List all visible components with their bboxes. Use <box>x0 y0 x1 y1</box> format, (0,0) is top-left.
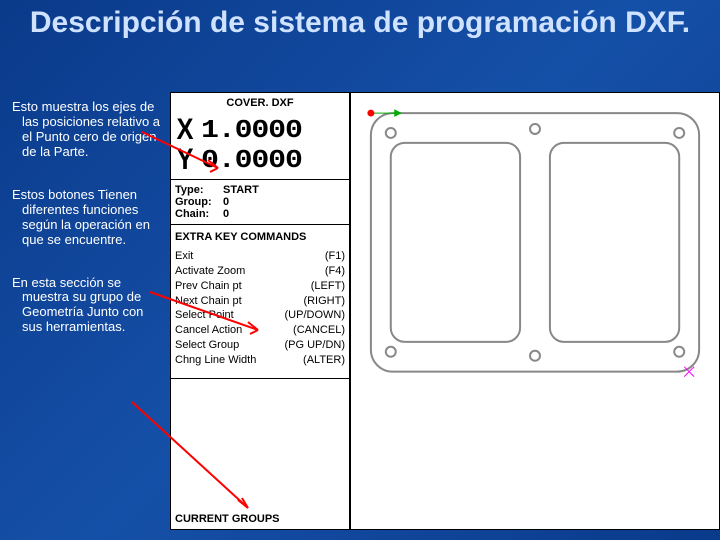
info-group: Group: 0 <box>175 196 345 208</box>
sidebar-para-axes: Esto muestra los ejes de las posiciones … <box>4 100 164 160</box>
divider <box>171 378 349 379</box>
cmd-exit[interactable]: Exit(F1) <box>175 249 345 264</box>
divider <box>171 179 349 180</box>
axis-x-label: X <box>177 115 194 145</box>
cmd-prev-chain[interactable]: Prev Chain pt(LEFT) <box>175 279 345 294</box>
axis-y-row: Y 0.0000 <box>175 145 345 175</box>
axis-x-row: X 1.0000 <box>175 115 345 145</box>
type-label: Type: <box>175 184 223 196</box>
part-drawing <box>351 93 719 529</box>
divider <box>171 224 349 225</box>
cmd-select-group[interactable]: Select Group(PG UP/DN) <box>175 338 345 353</box>
axis-y-value: 0.0000 <box>201 145 302 175</box>
sidebar-para-buttons: Estos botones Tienen diferentes funcione… <box>4 188 164 248</box>
info-type: Type: START <box>175 184 345 196</box>
drawing-canvas[interactable] <box>350 92 720 530</box>
type-value: START <box>223 184 259 196</box>
cmd-line-width[interactable]: Chng Line Width(ALTER) <box>175 353 345 368</box>
cmd-zoom[interactable]: Activate Zoom(F4) <box>175 264 345 279</box>
sidebar-para-groups: En esta sección se muestra su grupo de G… <box>4 276 164 336</box>
current-groups-label: CURRENT GROUPS <box>175 513 280 525</box>
extra-key-commands-header: EXTRA KEY COMMANDS <box>175 231 345 243</box>
chain-label: Chain: <box>175 208 223 220</box>
info-panel: COVER. DXF X 1.0000 Y 0.0000 Type: START… <box>170 92 350 530</box>
group-value: 0 <box>223 196 229 208</box>
cmd-select-point[interactable]: Select Point(UP/DOWN) <box>175 308 345 323</box>
info-chain: Chain: 0 <box>175 208 345 220</box>
cmd-next-chain[interactable]: Next Chain pt(RIGHT) <box>175 294 345 309</box>
filename-label: COVER. DXF <box>175 97 345 109</box>
group-label: Group: <box>175 196 223 208</box>
axis-x-value: 1.0000 <box>201 115 302 145</box>
sidebar: Esto muestra los ejes de las posiciones … <box>0 92 170 540</box>
cmd-cancel[interactable]: Cancel Action(CANCEL) <box>175 323 345 338</box>
page-title: Descripción de sistema de programación D… <box>0 0 720 41</box>
chain-value: 0 <box>223 208 229 220</box>
axis-y-label: Y <box>177 145 194 175</box>
